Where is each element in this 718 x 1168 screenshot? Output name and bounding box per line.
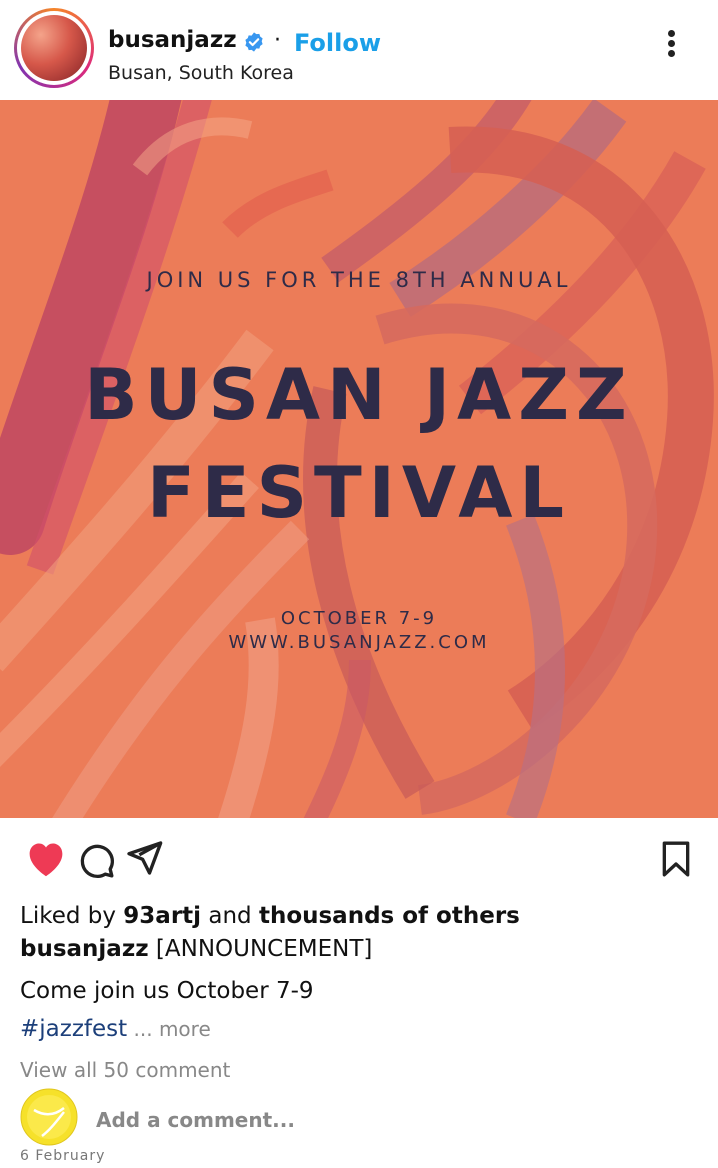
poster-subtitle: JOIN US FOR THE 8TH ANNUAL xyxy=(146,268,572,292)
post-image[interactable]: JOIN US FOR THE 8TH ANNUAL BUSAN JAZZ FE… xyxy=(0,100,718,818)
poster-dates: OCTOBER 7-9 xyxy=(280,608,438,629)
hashtag-link[interactable]: #jazzfest xyxy=(20,1016,127,1042)
heart-icon[interactable] xyxy=(24,838,68,878)
bookmark-icon[interactable] xyxy=(656,838,696,880)
user-avatar xyxy=(20,1088,78,1146)
poster-title-line2: FESTIVAL xyxy=(146,452,572,534)
avatar-image xyxy=(21,15,87,81)
comment-icon[interactable] xyxy=(76,840,116,880)
add-comment-input[interactable]: Add a comment... xyxy=(96,1108,295,1132)
separator-dot: · xyxy=(274,28,281,53)
follow-button[interactable]: Follow xyxy=(294,29,381,57)
poster-url: WWW.BUSANJAZZ.COM xyxy=(228,632,490,653)
liked-by-others[interactable]: thousands of others xyxy=(259,903,520,929)
caption-username[interactable]: busanjazz xyxy=(20,936,149,962)
view-all-comments-link[interactable]: View all 50 comment xyxy=(20,1058,230,1082)
share-icon[interactable] xyxy=(124,838,164,878)
likes-summary: Liked by 93artj and thousands of others xyxy=(20,903,520,929)
caption-text: [ANNOUNCEMENT] xyxy=(148,936,373,962)
poster-title-line1: BUSAN JAZZ xyxy=(84,354,634,436)
verified-badge-icon xyxy=(245,32,263,52)
post-header: busanjazz · Follow Busan, South Korea xyxy=(0,0,718,100)
caption-hashtag-line: #jazzfest ... more xyxy=(20,1016,211,1042)
liked-by-user[interactable]: 93artj xyxy=(123,903,201,929)
caption: busanjazz [ANNOUNCEMENT] xyxy=(20,936,372,962)
more-link[interactable]: ... more xyxy=(127,1017,211,1041)
username[interactable]: busanjazz xyxy=(108,27,237,53)
more-vertical-icon[interactable] xyxy=(660,28,682,62)
caption-body: Come join us October 7-9 xyxy=(20,978,314,1004)
action-bar xyxy=(0,818,718,898)
location-link[interactable]: Busan, South Korea xyxy=(108,62,294,84)
post-date: 6 February xyxy=(20,1148,106,1164)
profile-avatar[interactable] xyxy=(14,8,94,88)
